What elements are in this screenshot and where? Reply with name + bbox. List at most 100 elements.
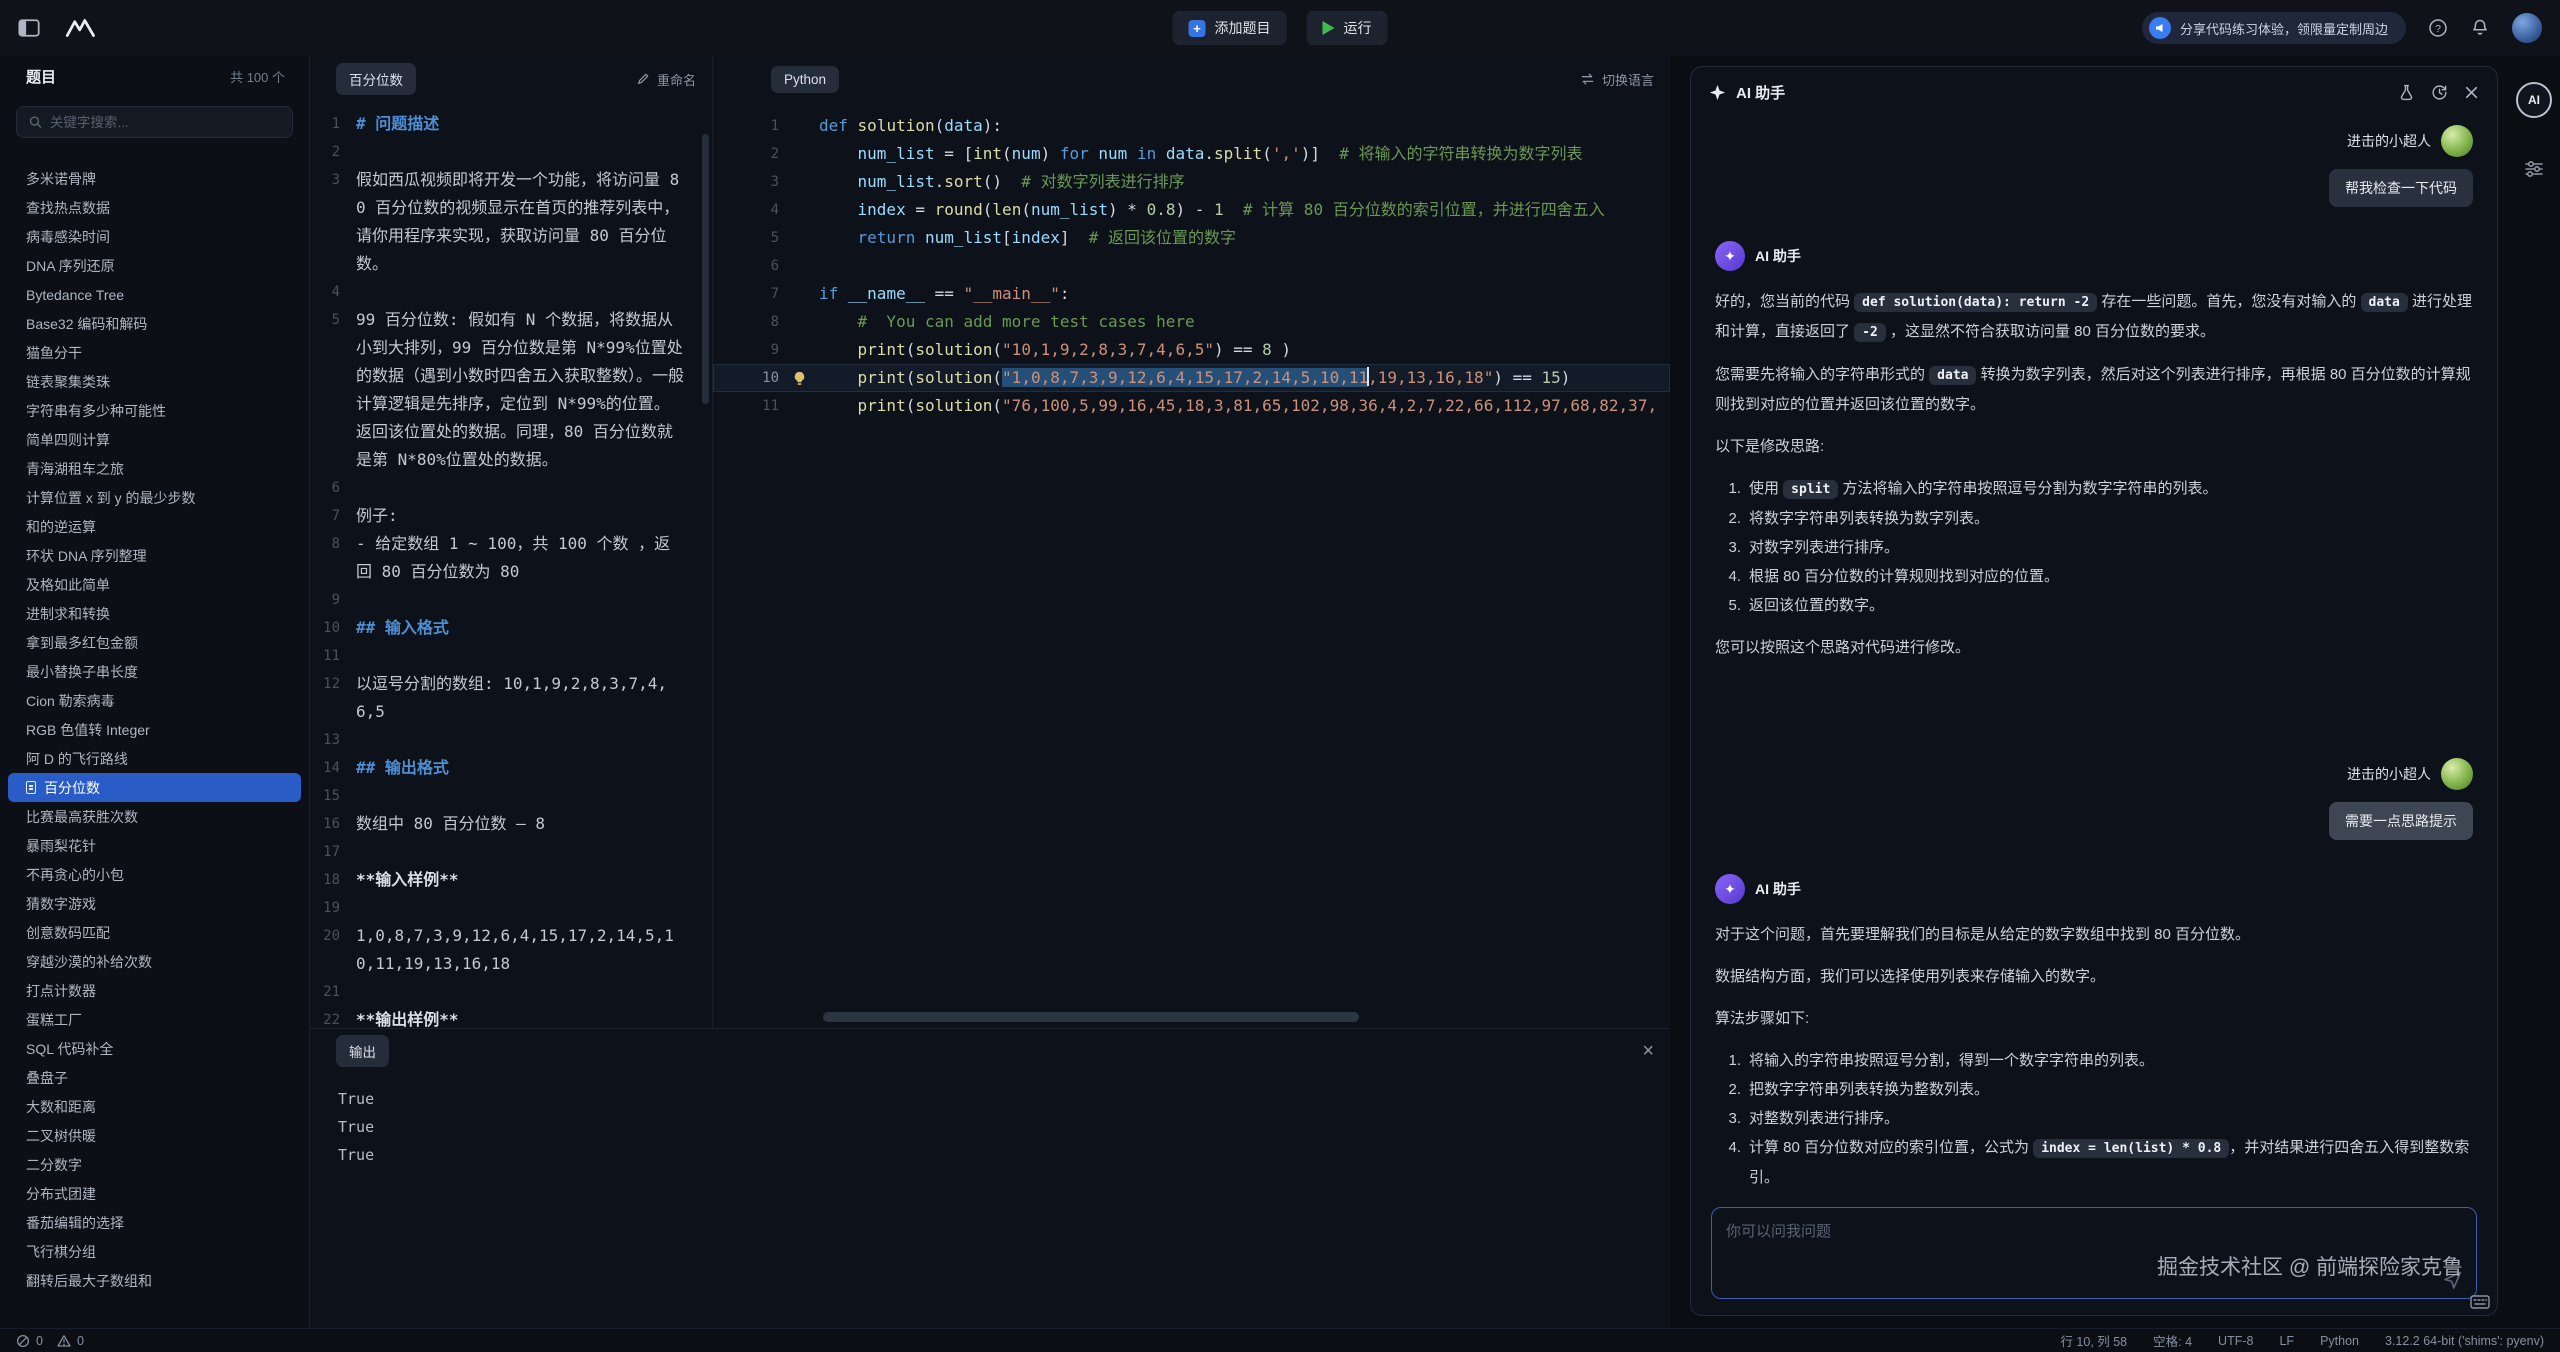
sidebar-item[interactable]: 病毒感染时间	[8, 222, 301, 251]
problems-indicator[interactable]: 0 0	[16, 1334, 84, 1348]
bell-icon[interactable]	[2470, 18, 2490, 38]
problem-line[interactable]: 9	[310, 586, 712, 614]
sidebar-item[interactable]: 最小替换子串长度	[8, 657, 301, 686]
user-message-bubble[interactable]: 需要一点思路提示	[2329, 802, 2473, 840]
sidebar-toggle-icon[interactable]	[18, 18, 40, 38]
problem-line[interactable]: 3假如西瓜视频即将开发一个功能，将访问量 80 百分位数的视频显示在首页的推荐列…	[310, 166, 712, 278]
output-tab[interactable]: 输出	[336, 1035, 389, 1067]
help-icon[interactable]: ?	[2428, 18, 2448, 38]
share-banner[interactable]: 分享代码练习体验，领限量定制周边	[2142, 12, 2406, 44]
close-output-icon[interactable]: ×	[1642, 1041, 1654, 1061]
switch-language-button[interactable]: 切换语言	[1580, 70, 1654, 89]
sidebar-item[interactable]: 阿 D 的飞行路线	[8, 744, 301, 773]
sidebar-item[interactable]: 字符串有多少种可能性	[8, 396, 301, 425]
sidebar-item[interactable]: 简单四则计算	[8, 425, 301, 454]
sidebar-item[interactable]: 翻转后最大子数组和	[8, 1266, 301, 1295]
code-line[interactable]: 11 print(solution("76,100,5,99,16,45,18,…	[713, 392, 1670, 420]
user-message-bubble[interactable]: 帮我检查一下代码	[2329, 169, 2473, 207]
sidebar-item[interactable]: 猫鱼分干	[8, 338, 301, 367]
tune-icon[interactable]	[2523, 158, 2545, 180]
code-line[interactable]: 3 num_list.sort() # 对数字列表进行排序	[713, 168, 1670, 196]
problem-line[interactable]: 201,0,8,7,3,9,12,6,4,15,17,2,14,5,10,11,…	[310, 922, 712, 978]
sidebar-item[interactable]: 番茄编辑的选择	[8, 1208, 301, 1237]
code-line[interactable]: 8 # You can add more test cases here	[713, 308, 1670, 336]
problem-line[interactable]: 16数组中 80 百分位数 — 8	[310, 810, 712, 838]
sidebar-item[interactable]: 穿越沙漠的补给次数	[8, 947, 301, 976]
sidebar-item[interactable]: 拿到最多红包金额	[8, 628, 301, 657]
rename-button[interactable]: 重命名	[636, 70, 696, 89]
code-editor[interactable]: 1def solution(data):2 num_list = [int(nu…	[713, 102, 1670, 1028]
sidebar-item[interactable]: 链表聚集类珠	[8, 367, 301, 396]
problem-line[interactable]: 1# 问题描述	[310, 110, 712, 138]
encoding[interactable]: UTF-8	[2218, 1334, 2253, 1348]
problem-line[interactable]: 12以逗号分割的数组: 10,1,9,2,8,3,7,4,6,5	[310, 670, 712, 726]
problem-line[interactable]: 8- 给定数组 1 ~ 100，共 100 个数 ，返回 80 百分位数为 80	[310, 530, 712, 586]
sidebar-item[interactable]: 及格如此简单	[8, 570, 301, 599]
horizontal-scrollbar[interactable]	[823, 1012, 1359, 1022]
problem-line[interactable]: 15	[310, 782, 712, 810]
keyboard-icon[interactable]	[2470, 1294, 2490, 1310]
sidebar-item[interactable]: 分布式团建	[8, 1179, 301, 1208]
sidebar-item[interactable]: 计算位置 x 到 y 的最少步数	[8, 483, 301, 512]
flask-icon[interactable]	[2398, 84, 2415, 101]
sidebar-item[interactable]: 多米诺骨牌	[8, 164, 301, 193]
sidebar-item[interactable]: 二分数字	[8, 1150, 301, 1179]
history-icon[interactable]	[2431, 84, 2448, 101]
user-avatar[interactable]	[2512, 13, 2542, 43]
interpreter[interactable]: 3.12.2 64-bit ('shims': pyenv)	[2385, 1334, 2544, 1348]
search-input[interactable]	[50, 115, 280, 130]
sidebar-item[interactable]: 飞行棋分组	[8, 1237, 301, 1266]
app-logo[interactable]	[64, 18, 98, 38]
search-box[interactable]	[16, 106, 293, 138]
add-question-button[interactable]: 添加题目	[1173, 11, 1287, 45]
eol-sequence[interactable]: LF	[2279, 1334, 2294, 1348]
sidebar-item[interactable]: 蛋糕工厂	[8, 1005, 301, 1034]
sidebar-item[interactable]: 暴雨梨花针	[8, 831, 301, 860]
run-button[interactable]: 运行	[1307, 11, 1388, 45]
sidebar-item[interactable]: 环状 DNA 序列整理	[8, 541, 301, 570]
indentation[interactable]: 空格: 4	[2153, 1331, 2192, 1350]
sidebar-item[interactable]: DNA 序列还原	[8, 251, 301, 280]
problem-line[interactable]: 599 百分位数: 假如有 N 个数据，将数据从小到大排列，99 百分位数是第 …	[310, 306, 712, 474]
code-line[interactable]: 7if __name__ == "__main__":	[713, 280, 1670, 308]
problem-line[interactable]: 18**输入样例**	[310, 866, 712, 894]
problem-line[interactable]: 17	[310, 838, 712, 866]
problem-line[interactable]: 10## 输入格式	[310, 614, 712, 642]
sidebar-item[interactable]: 进制求和转换	[8, 599, 301, 628]
sidebar-item[interactable]: SQL 代码补全	[8, 1034, 301, 1063]
chat-input[interactable]	[1711, 1207, 2477, 1299]
ai-badge[interactable]: AI	[2516, 82, 2552, 118]
problem-tab[interactable]: 百分位数	[336, 63, 416, 95]
sidebar-item[interactable]: 猜数字游戏	[8, 889, 301, 918]
language-mode[interactable]: Python	[2320, 1334, 2359, 1348]
code-line[interactable]: 2 num_list = [int(num) for num in data.s…	[713, 140, 1670, 168]
code-line[interactable]: 10 print(solution("1,0,8,7,3,9,12,6,4,15…	[713, 364, 1670, 392]
sidebar-item[interactable]: 叠盘子	[8, 1063, 301, 1092]
problem-line[interactable]: 21	[310, 978, 712, 1006]
sidebar-item[interactable]: 百分位数	[8, 773, 301, 802]
code-line[interactable]: 9 print(solution("10,1,9,2,8,3,7,4,6,5")…	[713, 336, 1670, 364]
sidebar-item[interactable]: Cion 勒索病毒	[8, 686, 301, 715]
send-icon[interactable]	[2442, 1268, 2464, 1290]
code-line[interactable]: 4 index = round(len(num_list) * 0.8) - 1…	[713, 196, 1670, 224]
sidebar-item[interactable]: 创意数码匹配	[8, 918, 301, 947]
sidebar-item[interactable]: 大数和距离	[8, 1092, 301, 1121]
language-tab[interactable]: Python	[771, 66, 839, 93]
sidebar-item[interactable]: 查找热点数据	[8, 193, 301, 222]
problem-line[interactable]: 2	[310, 138, 712, 166]
problem-scrollbar[interactable]	[702, 134, 709, 404]
problem-line[interactable]: 11	[310, 642, 712, 670]
sidebar-item[interactable]: Bytedance Tree	[8, 280, 301, 309]
code-line[interactable]: 5 return num_list[index] # 返回该位置的数字	[713, 224, 1670, 252]
sidebar-item[interactable]: 二叉树供暖	[8, 1121, 301, 1150]
problem-line[interactable]: 7例子:	[310, 502, 712, 530]
problem-line[interactable]: 6	[310, 474, 712, 502]
sidebar-item[interactable]: 不再贪心的小包	[8, 860, 301, 889]
problem-line[interactable]: 14## 输出格式	[310, 754, 712, 782]
problem-line[interactable]: 4	[310, 278, 712, 306]
cursor-position[interactable]: 行 10, 列 58	[2060, 1331, 2127, 1350]
code-line[interactable]: 1def solution(data):	[713, 112, 1670, 140]
problem-line[interactable]: 19	[310, 894, 712, 922]
chat-input-field[interactable]	[1712, 1208, 2476, 1298]
sidebar-item[interactable]: RGB 色值转 Integer	[8, 715, 301, 744]
